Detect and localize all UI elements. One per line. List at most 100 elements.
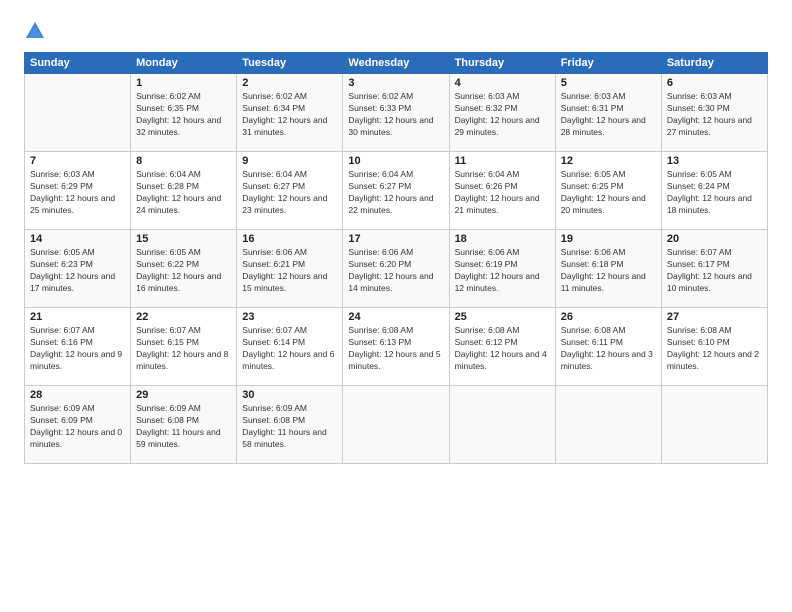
week-row: 28Sunrise: 6:09 AMSunset: 6:09 PMDayligh… — [25, 386, 768, 464]
day-cell: 6 Sunrise: 6:03 AMSunset: 6:30 PMDaylight… — [661, 74, 767, 152]
day-number: 12 — [561, 155, 656, 167]
day-cell — [449, 386, 555, 464]
day-cell — [661, 386, 767, 464]
day-cell — [343, 386, 449, 464]
day-info: Sunrise: 6:08 AMSunset: 6:12 PMDaylight:… — [455, 325, 550, 373]
logo-icon — [24, 20, 46, 42]
day-cell: 5 Sunrise: 6:03 AMSunset: 6:31 PMDaylight… — [555, 74, 661, 152]
day-number: 27 — [667, 311, 762, 323]
day-number: 8 — [136, 155, 231, 167]
day-info: Sunrise: 6:04 AMSunset: 6:26 PMDaylight:… — [455, 169, 550, 217]
day-info: Sunrise: 6:02 AMSunset: 6:34 PMDaylight:… — [242, 91, 337, 139]
day-number: 16 — [242, 233, 337, 245]
day-info: Sunrise: 6:03 AMSunset: 6:32 PMDaylight:… — [455, 91, 550, 139]
day-number: 25 — [455, 311, 550, 323]
day-cell: 2Sunrise: 6:02 AMSunset: 6:34 PMDaylight… — [237, 74, 343, 152]
day-info: Sunrise: 6:07 AMSunset: 6:16 PMDaylight:… — [30, 325, 125, 373]
day-cell: 30Sunrise: 6:09 AMSunset: 6:08 PMDayligh… — [237, 386, 343, 464]
day-number: 1 — [136, 77, 231, 89]
day-info: Sunrise: 6:06 AMSunset: 6:20 PMDaylight:… — [348, 247, 443, 295]
day-number: 29 — [136, 389, 231, 401]
day-info: Sunrise: 6:08 AMSunset: 6:13 PMDaylight:… — [348, 325, 443, 373]
day-number: 10 — [348, 155, 443, 167]
day-cell: 15 Sunrise: 6:05 AMSunset: 6:22 PMDayligh… — [131, 230, 237, 308]
day-info: Sunrise: 6:07 AMSunset: 6:15 PMDaylight:… — [136, 325, 231, 373]
day-number: 23 — [242, 311, 337, 323]
week-row: 14 Sunrise: 6:05 AMSunset: 6:23 PMDayligh… — [25, 230, 768, 308]
day-number: 24 — [348, 311, 443, 323]
day-cell: 28Sunrise: 6:09 AMSunset: 6:09 PMDayligh… — [25, 386, 131, 464]
header-day: Friday — [555, 53, 661, 74]
header-day: Wednesday — [343, 53, 449, 74]
header-row: SundayMondayTuesdayWednesdayThursdayFrid… — [25, 53, 768, 74]
day-number: 18 — [455, 233, 550, 245]
day-number: 22 — [136, 311, 231, 323]
day-number: 13 — [667, 155, 762, 167]
day-cell: 29 Sunrise: 6:09 AMSunset: 6:08 PMDayligh… — [131, 386, 237, 464]
day-cell: 19 Sunrise: 6:06 AMSunset: 6:18 PMDayligh… — [555, 230, 661, 308]
day-info: Sunrise: 6:03 AMSunset: 6:30 PMDaylight:… — [667, 91, 762, 139]
header-day: Saturday — [661, 53, 767, 74]
day-number: 5 — [561, 77, 656, 89]
day-cell: 9Sunrise: 6:04 AMSunset: 6:27 PMDaylight… — [237, 152, 343, 230]
day-cell: 17 Sunrise: 6:06 AMSunset: 6:20 PMDayligh… — [343, 230, 449, 308]
day-cell: 12 Sunrise: 6:05 AMSunset: 6:25 PMDayligh… — [555, 152, 661, 230]
day-info: Sunrise: 6:08 AMSunset: 6:10 PMDaylight:… — [667, 325, 762, 373]
week-row: 21 Sunrise: 6:07 AMSunset: 6:16 PMDayligh… — [25, 308, 768, 386]
day-number: 3 — [348, 77, 443, 89]
day-cell: 1 Sunrise: 6:02 AMSunset: 6:35 PMDaylight… — [131, 74, 237, 152]
header-day: Tuesday — [237, 53, 343, 74]
day-info: Sunrise: 6:05 AMSunset: 6:25 PMDaylight:… — [561, 169, 656, 217]
day-cell: 22 Sunrise: 6:07 AMSunset: 6:15 PMDayligh… — [131, 308, 237, 386]
day-info: Sunrise: 6:04 AMSunset: 6:27 PMDaylight:… — [348, 169, 443, 217]
day-number: 15 — [136, 233, 231, 245]
day-number: 26 — [561, 311, 656, 323]
day-cell — [555, 386, 661, 464]
week-row: 1 Sunrise: 6:02 AMSunset: 6:35 PMDaylight… — [25, 74, 768, 152]
day-number: 14 — [30, 233, 125, 245]
day-number: 4 — [455, 77, 550, 89]
day-number: 17 — [348, 233, 443, 245]
day-info: Sunrise: 6:06 AMSunset: 6:18 PMDaylight:… — [561, 247, 656, 295]
day-info: Sunrise: 6:03 AMSunset: 6:31 PMDaylight:… — [561, 91, 656, 139]
day-cell: 16 Sunrise: 6:06 AMSunset: 6:21 PMDayligh… — [237, 230, 343, 308]
day-cell: 10 Sunrise: 6:04 AMSunset: 6:27 PMDayligh… — [343, 152, 449, 230]
day-cell: 25 Sunrise: 6:08 AMSunset: 6:12 PMDayligh… — [449, 308, 555, 386]
day-info: Sunrise: 6:06 AMSunset: 6:21 PMDaylight:… — [242, 247, 337, 295]
day-number: 7 — [30, 155, 125, 167]
day-number: 20 — [667, 233, 762, 245]
day-info: Sunrise: 6:03 AMSunset: 6:29 PMDaylight:… — [30, 169, 125, 217]
day-cell: 26 Sunrise: 6:08 AMSunset: 6:11 PMDayligh… — [555, 308, 661, 386]
header — [24, 20, 768, 42]
day-info: Sunrise: 6:05 AMSunset: 6:24 PMDaylight:… — [667, 169, 762, 217]
day-cell: 21 Sunrise: 6:07 AMSunset: 6:16 PMDayligh… — [25, 308, 131, 386]
day-cell: 13 Sunrise: 6:05 AMSunset: 6:24 PMDayligh… — [661, 152, 767, 230]
day-info: Sunrise: 6:07 AMSunset: 6:17 PMDaylight:… — [667, 247, 762, 295]
day-info: Sunrise: 6:09 AMSunset: 6:08 PMDaylight:… — [136, 403, 231, 451]
day-cell: 14 Sunrise: 6:05 AMSunset: 6:23 PMDayligh… — [25, 230, 131, 308]
day-info: Sunrise: 6:09 AMSunset: 6:09 PMDaylight:… — [30, 403, 125, 451]
day-cell: 23 Sunrise: 6:07 AMSunset: 6:14 PMDayligh… — [237, 308, 343, 386]
header-day: Monday — [131, 53, 237, 74]
day-info: Sunrise: 6:04 AMSunset: 6:28 PMDaylight:… — [136, 169, 231, 217]
calendar-table: SundayMondayTuesdayWednesdayThursdayFrid… — [24, 52, 768, 464]
logo — [24, 20, 50, 42]
day-number: 6 — [667, 77, 762, 89]
day-info: Sunrise: 6:02 AMSunset: 6:35 PMDaylight:… — [136, 91, 231, 139]
day-info: Sunrise: 6:09 AMSunset: 6:08 PMDaylight:… — [242, 403, 337, 451]
day-cell: 11 Sunrise: 6:04 AMSunset: 6:26 PMDayligh… — [449, 152, 555, 230]
day-cell: 20 Sunrise: 6:07 AMSunset: 6:17 PMDayligh… — [661, 230, 767, 308]
day-info: Sunrise: 6:05 AMSunset: 6:23 PMDaylight:… — [30, 247, 125, 295]
day-number: 21 — [30, 311, 125, 323]
day-info: Sunrise: 6:07 AMSunset: 6:14 PMDaylight:… — [242, 325, 337, 373]
day-number: 11 — [455, 155, 550, 167]
day-cell: 24 Sunrise: 6:08 AMSunset: 6:13 PMDayligh… — [343, 308, 449, 386]
day-info: Sunrise: 6:02 AMSunset: 6:33 PMDaylight:… — [348, 91, 443, 139]
day-info: Sunrise: 6:08 AMSunset: 6:11 PMDaylight:… — [561, 325, 656, 373]
day-number: 19 — [561, 233, 656, 245]
day-cell: 4 Sunrise: 6:03 AMSunset: 6:32 PMDaylight… — [449, 74, 555, 152]
day-info: Sunrise: 6:05 AMSunset: 6:22 PMDaylight:… — [136, 247, 231, 295]
day-cell: 7 Sunrise: 6:03 AMSunset: 6:29 PMDaylight… — [25, 152, 131, 230]
page: SundayMondayTuesdayWednesdayThursdayFrid… — [0, 0, 792, 612]
header-day: Sunday — [25, 53, 131, 74]
